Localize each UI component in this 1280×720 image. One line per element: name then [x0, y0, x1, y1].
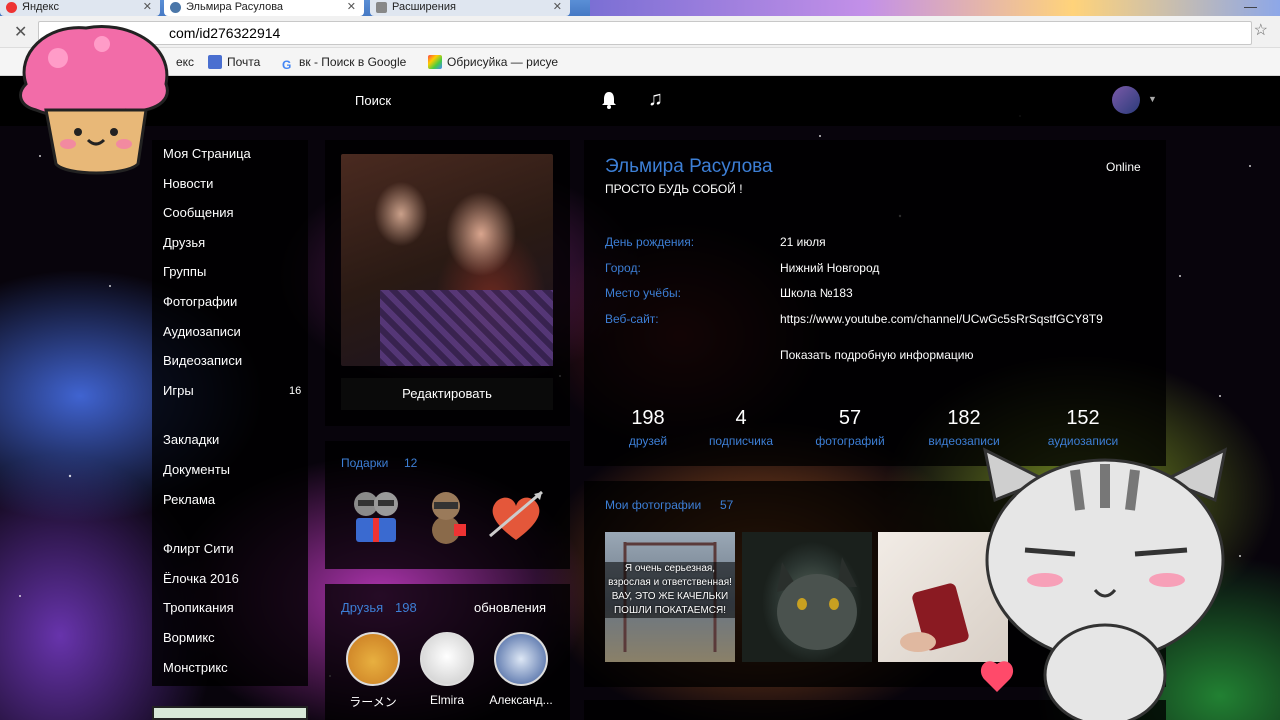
stat-followers-count[interactable]: 4	[691, 407, 791, 430]
browser-tab-strip: Яндекс ✕ Эльмира Расулова ✕ Расширения ✕…	[0, 0, 1280, 16]
tab-label: Яндекс	[22, 1, 59, 13]
info-value-city[interactable]: Нижний Новгород	[780, 261, 1146, 275]
bookmark-google[interactable]: Gвк - Поиск в Google	[282, 55, 406, 72]
google-icon: G	[282, 58, 292, 72]
friend-avatar[interactable]	[420, 632, 474, 686]
bookmark-label: вк - Поиск в Google	[299, 55, 407, 69]
friend-name[interactable]: ラーメン	[333, 693, 413, 710]
browser-toolbar: com/id276322914	[0, 16, 1280, 48]
close-icon[interactable]: ✕	[143, 0, 152, 14]
friends-title[interactable]: Друзья	[341, 600, 383, 615]
stat-photos-count[interactable]: 57	[800, 407, 900, 430]
profile-status[interactable]: ПРОСТО БУДЬ СОБОЙ !	[605, 182, 743, 196]
music-note-icon[interactable]: ♫	[648, 88, 663, 111]
friend-name[interactable]: Elmira	[407, 693, 487, 707]
gift-raccoon-icon[interactable]	[414, 484, 478, 548]
photo-caption: Я очень серьезная, взрослая и ответствен…	[605, 562, 735, 618]
url-text: com/id276322914	[169, 25, 281, 41]
tab-extensions[interactable]: Расширения ✕	[370, 0, 570, 16]
puzzle-icon	[376, 2, 387, 13]
app-tropikania[interactable]: Тропикания	[163, 600, 234, 615]
stat-friends-label[interactable]: друзей	[598, 434, 698, 448]
games-count-badge: 16	[289, 385, 302, 397]
bookmarks-bar: екс Почта Gвк - Поиск в Google Обрисуйка…	[0, 48, 1280, 76]
online-status: Online	[1106, 160, 1141, 174]
my-photos-title[interactable]: Мои фотографии	[605, 498, 701, 512]
mail-icon	[208, 55, 222, 69]
menu-documents[interactable]: Документы	[163, 462, 230, 477]
cat-photo	[777, 557, 857, 650]
tab-label: Эльмира Расулова	[186, 1, 284, 13]
vk-icon	[170, 2, 181, 13]
minimize-icon[interactable]: —	[1244, 0, 1257, 14]
stat-videos-count[interactable]: 182	[914, 407, 1014, 430]
menu-groups[interactable]: Группы	[163, 264, 206, 279]
bookmark-star-icon[interactable]: ☆	[1254, 20, 1268, 40]
edit-profile-button[interactable]: Редактировать	[341, 378, 553, 410]
obrisuyka-icon	[428, 55, 442, 69]
info-label-city: Город:	[605, 261, 641, 275]
tab-label: Расширения	[392, 1, 456, 13]
friends-updates-link[interactable]: обновления	[474, 600, 546, 615]
info-value-birthday[interactable]: 21 июля	[780, 235, 1146, 249]
address-bar[interactable]: com/id276322914	[38, 21, 1252, 45]
profile-name: Эльмира Расулова	[605, 156, 773, 177]
gifts-count: 12	[404, 456, 418, 470]
stat-audio-count[interactable]: 152	[1033, 407, 1133, 430]
close-icon[interactable]: ✕	[553, 0, 562, 14]
info-label-school: Место учёбы:	[605, 286, 681, 300]
photo-thumbnail[interactable]	[742, 532, 872, 662]
bookmark-obrisuyka[interactable]: Обрисуйка — рисуе	[428, 55, 558, 69]
bookmark-mail[interactable]: Почта	[208, 55, 260, 69]
close-icon[interactable]: ✕	[347, 0, 356, 14]
user-avatar[interactable]	[1112, 86, 1140, 114]
friend-name[interactable]: Александ...	[481, 693, 561, 707]
cat-sticker	[980, 447, 1228, 720]
profile-photo-detail	[380, 290, 553, 366]
left-ad-banner[interactable]	[152, 706, 308, 720]
info-value-school[interactable]: Школа №183	[780, 286, 1146, 300]
gifts-title[interactable]: Подарки	[341, 456, 388, 470]
my-photos-count: 57	[720, 498, 734, 512]
nav-search-link[interactable]: Поиск	[355, 93, 391, 108]
friends-count: 198	[395, 600, 417, 615]
app-elochka[interactable]: Ёлочка 2016	[163, 571, 239, 586]
gift-raccoons-icon[interactable]	[344, 484, 408, 548]
menu-messages[interactable]: Сообщения	[163, 205, 234, 220]
gift-heart-icon[interactable]	[484, 484, 548, 548]
bookmark-label: Обрисуйка — рисуе	[447, 55, 559, 69]
info-label-website: Веб-сайт:	[605, 312, 659, 326]
menu-games[interactable]: Игры	[163, 383, 194, 398]
menu-bookmarks[interactable]: Закладки	[163, 432, 219, 447]
show-more-info-link[interactable]: Показать подробную информацию	[780, 348, 974, 362]
stat-friends-count[interactable]: 198	[598, 407, 698, 430]
menu-friends[interactable]: Друзья	[163, 235, 205, 250]
cupcake-sticker	[19, 25, 169, 175]
friend-avatar[interactable]	[494, 632, 548, 686]
bookmark-label: Почта	[227, 55, 261, 69]
bell-icon[interactable]	[600, 90, 618, 110]
app-monstrix[interactable]: Монстрикс	[163, 660, 228, 675]
tabbar-wallpaper	[590, 0, 1280, 16]
chevron-down-icon[interactable]: ▼	[1148, 94, 1157, 104]
menu-video[interactable]: Видеозаписи	[163, 353, 242, 368]
friend-avatar[interactable]	[346, 632, 400, 686]
yandex-icon	[6, 2, 17, 13]
stat-followers-label[interactable]: подписчика	[691, 434, 791, 448]
tab-profile[interactable]: Эльмира Расулова ✕	[164, 0, 364, 16]
stat-photos-label[interactable]: фотографий	[800, 434, 900, 448]
menu-photos[interactable]: Фотографии	[163, 294, 237, 309]
info-label-birthday: День рождения:	[605, 235, 695, 249]
vk-top-navigation	[0, 76, 1280, 126]
app-flirt-city[interactable]: Флирт Сити	[163, 541, 234, 556]
menu-ads[interactable]: Реклама	[163, 492, 215, 507]
menu-audio[interactable]: Аудиозаписи	[163, 324, 241, 339]
app-wormix[interactable]: Вормикс	[163, 630, 215, 645]
info-value-website[interactable]: https://www.youtube.com/channel/UCwGc5sR…	[780, 312, 1146, 326]
